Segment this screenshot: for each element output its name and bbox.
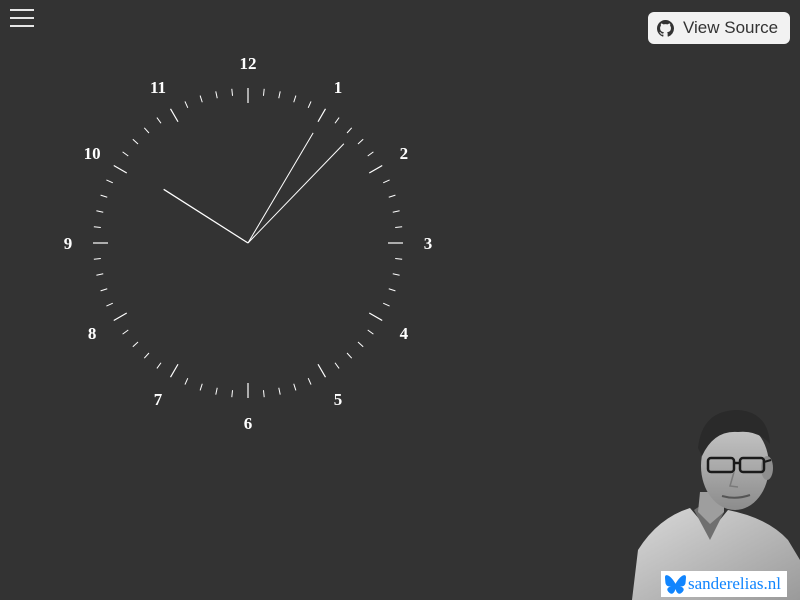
hour-tick [113, 312, 128, 322]
minute-hand [247, 132, 314, 244]
minute-tick [395, 257, 403, 260]
hour-hand [163, 188, 249, 244]
hour-number: 4 [400, 324, 409, 343]
minute-tick [96, 210, 104, 213]
hour-number: 9 [64, 234, 73, 253]
brand-link[interactable]: sanderelias.nl [661, 571, 787, 597]
minute-tick [367, 151, 374, 157]
minute-tick [143, 127, 150, 134]
minute-tick [199, 383, 203, 391]
hour-number: 2 [400, 144, 409, 163]
hour-number: 1 [334, 78, 343, 97]
minute-tick [184, 378, 189, 385]
minute-tick [122, 329, 129, 335]
minute-tick [132, 138, 139, 145]
hour-number: 10 [84, 144, 101, 163]
minute-tick [392, 273, 400, 276]
butterfly-icon [665, 574, 686, 594]
minute-tick [122, 151, 129, 157]
minute-tick [156, 362, 162, 369]
minute-tick [143, 352, 150, 359]
hour-tick [169, 108, 179, 123]
hour-tick [317, 108, 327, 123]
minute-tick [93, 226, 101, 229]
hour-number: 11 [150, 78, 166, 97]
hour-tick [368, 312, 383, 322]
minute-tick [231, 88, 234, 96]
minute-tick [392, 210, 400, 213]
view-source-label: View Source [683, 18, 779, 37]
hour-number: 6 [244, 414, 253, 433]
minute-tick [93, 257, 101, 260]
minute-tick [215, 91, 218, 99]
second-hand [247, 143, 345, 244]
minute-tick [367, 329, 374, 335]
minute-tick [278, 387, 281, 395]
minute-tick [106, 179, 113, 184]
minute-tick [231, 390, 234, 398]
github-icon [657, 19, 674, 37]
minute-tick [278, 91, 281, 99]
minute-tick [132, 341, 139, 348]
minute-tick [100, 194, 108, 198]
minute-tick [383, 302, 390, 307]
minute-tick [334, 362, 340, 369]
view-source-button[interactable]: View Source [648, 12, 790, 44]
minute-tick [357, 341, 364, 348]
minute-tick [357, 138, 364, 145]
minute-tick [383, 179, 390, 184]
hour-number: 7 [154, 390, 163, 409]
clock-numbers: 121234567891011 [64, 54, 433, 433]
minute-tick [96, 273, 104, 276]
minute-tick [388, 288, 396, 292]
hour-tick [317, 363, 327, 378]
clock-page: View Source 12 1 2 3 4 5 6 7 8 9 10 11 s… [0, 0, 800, 600]
hour-tick [368, 164, 383, 174]
minute-tick [307, 101, 312, 108]
minute-tick [346, 127, 353, 134]
minute-tick [307, 378, 312, 385]
minute-tick [106, 302, 113, 307]
clock-hands [163, 132, 345, 244]
minute-tick [215, 387, 218, 395]
minute-tick [262, 390, 265, 398]
person-portrait-icon [632, 410, 800, 600]
author-photo [628, 400, 800, 600]
hour-number: 12 [240, 54, 257, 73]
minute-tick [199, 95, 203, 103]
minute-tick [293, 383, 297, 391]
minute-tick [156, 117, 162, 124]
clock-face: 121234567891011 [64, 54, 433, 433]
minute-tick [395, 226, 403, 229]
minute-tick [388, 194, 396, 198]
hour-number: 3 [424, 234, 433, 253]
minute-tick [184, 101, 189, 108]
analog-clock: 12 1 2 3 4 5 6 7 8 9 10 11 [48, 45, 448, 445]
hour-number: 8 [88, 324, 97, 343]
minute-tick [334, 117, 340, 124]
minute-tick [293, 95, 297, 103]
minute-tick [100, 288, 108, 292]
hour-number: 5 [334, 390, 343, 409]
hamburger-menu-icon[interactable] [9, 9, 35, 29]
minute-tick [346, 352, 353, 359]
hour-tick [169, 363, 179, 378]
brand-text: sanderelias.nl [688, 574, 781, 593]
minute-tick [262, 88, 265, 96]
hour-tick [113, 164, 128, 174]
